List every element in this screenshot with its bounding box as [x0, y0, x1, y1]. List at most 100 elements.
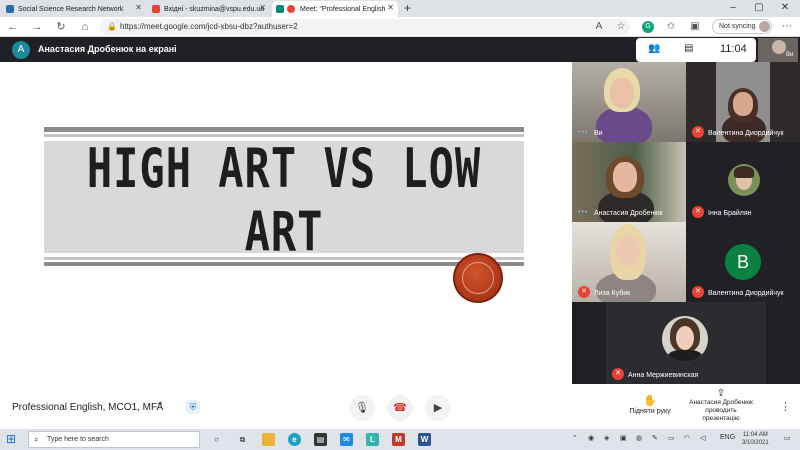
participant-face: [616, 236, 640, 266]
participant-face: [613, 162, 637, 192]
profile-avatar: [759, 21, 770, 32]
self-label: Ви: [786, 52, 794, 58]
close-window-icon[interactable]: ✕: [772, 0, 798, 16]
chevron-up-icon[interactable]: ⌃: [156, 401, 164, 412]
participant-tile[interactable]: B ✕ Валентина Диордийчук: [686, 222, 800, 302]
new-tab-button[interactable]: +: [404, 1, 411, 15]
grammarly-icon[interactable]: G: [642, 21, 654, 33]
back-icon[interactable]: ←: [6, 20, 20, 34]
red-seal-icon: [453, 253, 503, 303]
participant-grid: ••• Ви ✕ Валентина Диордийчук ••• Анаста…: [572, 62, 800, 384]
clock-time: 11:04 AM: [742, 432, 768, 438]
cortana-icon[interactable]: ○: [210, 433, 223, 446]
tray-app-icon[interactable]: ◉: [588, 434, 594, 442]
search-icon: ⌕: [34, 435, 39, 444]
present-label-line1: Анастасия Дробенюк: [689, 399, 753, 406]
participant-tile[interactable]: ✕ Валентина Диордийчук: [686, 62, 800, 142]
participant-tile[interactable]: ✕ Анна Мержиевинская: [606, 302, 766, 384]
minimize-icon[interactable]: –: [720, 0, 746, 16]
raise-hand-button[interactable]: ✋ Підняти руку: [620, 394, 680, 415]
language-indicator[interactable]: ENG: [720, 434, 735, 441]
mic-toggle-button[interactable]: 🎙: [349, 395, 375, 421]
mic-off-icon: ✕: [692, 286, 704, 298]
url-text: https://meet.google.com/jcd-xbsu-dbz?aut…: [120, 22, 298, 31]
profile-button[interactable]: Not syncing: [712, 19, 772, 34]
word-icon[interactable]: W: [418, 433, 431, 446]
windows-start-icon[interactable]: ⊞: [6, 433, 16, 446]
ssrn-favicon-icon: [6, 5, 14, 13]
camera-toggle-button[interactable]: ▶: [425, 395, 451, 421]
browser-tab-bar: Social Science Research Network ✕ Вхідні…: [0, 0, 800, 17]
tray-app-icon[interactable]: ✎: [652, 434, 658, 442]
participant-tile[interactable]: ••• Анастасия Дробенюк: [572, 142, 686, 222]
participant-name: Валентина Диордийчук: [708, 130, 784, 137]
present-screen-icon: ⇪: [716, 388, 726, 399]
leave-call-button[interactable]: ☎: [387, 395, 413, 421]
participant-name: Лиза Кубик: [594, 290, 631, 297]
app-shield-icon[interactable]: M: [392, 433, 405, 446]
app-l-icon[interactable]: L: [366, 433, 379, 446]
close-tab-icon[interactable]: ✕: [259, 3, 266, 12]
tab-gmail[interactable]: Вхідні - skuzmina@vspu.edu.ua ✕: [148, 1, 270, 17]
tab-meet[interactable]: Meet: "Professional English ✕: [272, 1, 398, 17]
maximize-icon[interactable]: ▢: [746, 0, 772, 16]
tray-chevron-icon[interactable]: ⌃: [572, 434, 578, 442]
tray-app-icon[interactable]: ▣: [620, 434, 627, 442]
microphone-icon: 🎙: [355, 402, 369, 414]
forward-icon[interactable]: →: [30, 20, 44, 34]
file-explorer-icon[interactable]: [262, 433, 275, 446]
raise-hand-icon: ✋: [643, 395, 657, 407]
self-view-thumbnail[interactable]: Ви: [758, 38, 798, 62]
store-icon[interactable]: ▤: [314, 433, 327, 446]
participant-face: [733, 92, 753, 116]
favorite-star-icon[interactable]: ☆: [614, 20, 628, 34]
people-icon[interactable]: 👥: [648, 43, 660, 54]
refresh-icon[interactable]: ↻: [54, 20, 68, 34]
tab-ssrn[interactable]: Social Science Research Network ✕: [2, 1, 146, 17]
meeting-title[interactable]: Professional English, MCO1, MFA: [12, 402, 163, 413]
mic-off-icon: ✕: [578, 286, 590, 298]
mic-off-icon: ✕: [612, 368, 624, 380]
read-aloud-icon[interactable]: A: [592, 20, 606, 34]
meet-info-panel: 👥 ▤ 11:04: [636, 38, 756, 62]
participant-avatar: [662, 316, 708, 362]
profile-label: Not syncing: [719, 23, 756, 30]
more-options-icon[interactable]: ⋮: [780, 400, 791, 413]
participant-face: [610, 78, 634, 108]
avatar-hair: [734, 166, 754, 178]
wifi-icon[interactable]: ◠: [684, 434, 690, 442]
participant-name: Валентина Диордийчук: [708, 290, 784, 297]
participant-tile[interactable]: ✕ Інна Брайлян: [686, 142, 800, 222]
hang-up-icon: ☎: [393, 402, 407, 414]
presenter-avatar: A: [12, 41, 30, 59]
host-controls-shield-icon[interactable]: ⛨: [186, 400, 200, 414]
close-tab-icon[interactable]: ✕: [135, 3, 142, 12]
edge-icon[interactable]: e: [288, 433, 301, 446]
tab-label: Meet: "Professional English: [300, 5, 386, 13]
taskbar-clock[interactable]: 11:04 AM 3/10/2021: [742, 431, 769, 447]
avatar-body: [668, 350, 702, 362]
slide-banner: HIGH ART VS LOW ART: [44, 127, 524, 267]
close-tab-icon[interactable]: ✕: [387, 3, 394, 12]
meet-favicon-icon: [276, 5, 284, 13]
participant-name: Ви: [594, 130, 603, 137]
address-toolbar: ← → ↻ ⌂ 🔒 https://meet.google.com/jcd-xb…: [0, 17, 800, 37]
taskbar-search[interactable]: ⌕ Type here to search: [28, 431, 200, 448]
tray-app-icon[interactable]: ◈: [604, 434, 609, 442]
home-icon[interactable]: ⌂: [78, 20, 92, 34]
participant-tile[interactable]: ✕ Лиза Кубик: [572, 222, 686, 302]
menu-dots-icon[interactable]: ⋯: [780, 20, 794, 34]
mail-icon[interactable]: ✉: [340, 433, 353, 446]
url-field[interactable]: 🔒 https://meet.google.com/jcd-xbsu-dbz?a…: [100, 19, 630, 35]
volume-icon[interactable]: ◁: [700, 434, 705, 442]
present-now-button[interactable]: ⇪ Анастасия Дробенюк проводить презентац…: [688, 388, 754, 423]
participant-tile-self[interactable]: ••• Ви: [572, 62, 686, 142]
notifications-icon[interactable]: ▭: [784, 434, 791, 442]
favorites-icon[interactable]: ✩: [664, 20, 678, 34]
chat-icon[interactable]: ▤: [684, 43, 693, 54]
tray-app-icon[interactable]: ◍: [636, 434, 642, 442]
collections-icon[interactable]: ▣: [688, 20, 702, 34]
presenter-banner-text: Анастасия Дробенюк на екрані: [38, 44, 177, 54]
battery-icon[interactable]: ▭: [668, 434, 675, 442]
task-view-icon[interactable]: ⧉: [236, 433, 249, 446]
